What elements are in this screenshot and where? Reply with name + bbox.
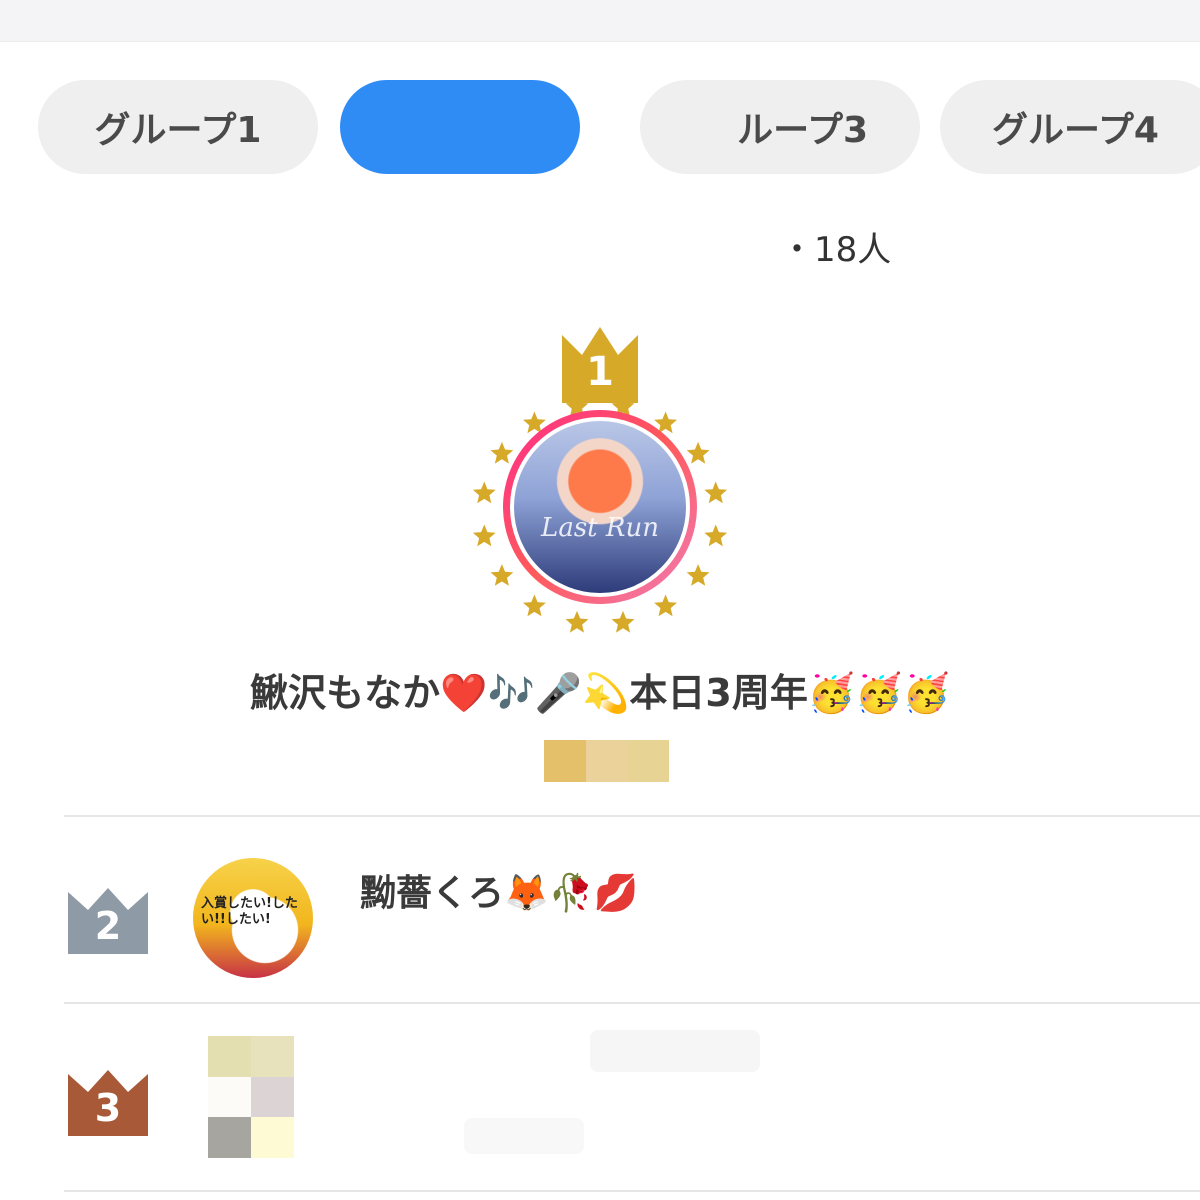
star-icon [472, 481, 496, 504]
blurred-score [464, 1118, 584, 1154]
avatar-art-text: Last Run [541, 513, 659, 543]
tab-group-4[interactable]: グループ4 [940, 80, 1200, 174]
star-icon [704, 481, 728, 504]
star-icon [686, 564, 710, 586]
rank-number: 2 [94, 904, 122, 948]
star-icon [523, 594, 546, 617]
divider [64, 1190, 1200, 1192]
group-tabs: グループ1 ループ3 グループ4 [0, 80, 1200, 174]
star-icon [686, 441, 710, 464]
star-icon [565, 610, 589, 633]
bronze-crown-icon: 3 [66, 1068, 150, 1138]
star-icon [472, 524, 496, 547]
blurred-name [590, 1030, 760, 1072]
first-place-name: 鰍沢もなか❤️🎶🎤💫本日3周年🥳🥳🥳 [250, 671, 950, 715]
first-place-avatar[interactable]: Last Run [503, 410, 697, 604]
star-icon [654, 594, 677, 617]
star-icon [490, 441, 514, 464]
top-bar [0, 0, 1200, 42]
third-place-avatar[interactable] [208, 1036, 294, 1158]
divider [64, 815, 1200, 817]
star-icon [490, 564, 514, 586]
star-icon [704, 524, 728, 547]
avatar-text: 入賞したい!したい!!したい! [201, 896, 298, 927]
member-count: ・18人 [780, 230, 892, 270]
divider [64, 1002, 1200, 1004]
second-place-name: 黝薔くろ🦊🥀💋 [360, 873, 639, 914]
blurred-score [544, 740, 670, 782]
second-place-avatar[interactable]: 入賞したい!したい!!したい! [193, 858, 313, 978]
star-icon [611, 610, 635, 633]
tab-group-1[interactable]: グループ1 [38, 80, 318, 174]
tab-group-2[interactable] [340, 80, 580, 174]
tab-group-3[interactable]: ループ3 [640, 80, 920, 174]
rank-number: 3 [94, 1086, 122, 1130]
silver-crown-icon: 2 [66, 886, 150, 956]
